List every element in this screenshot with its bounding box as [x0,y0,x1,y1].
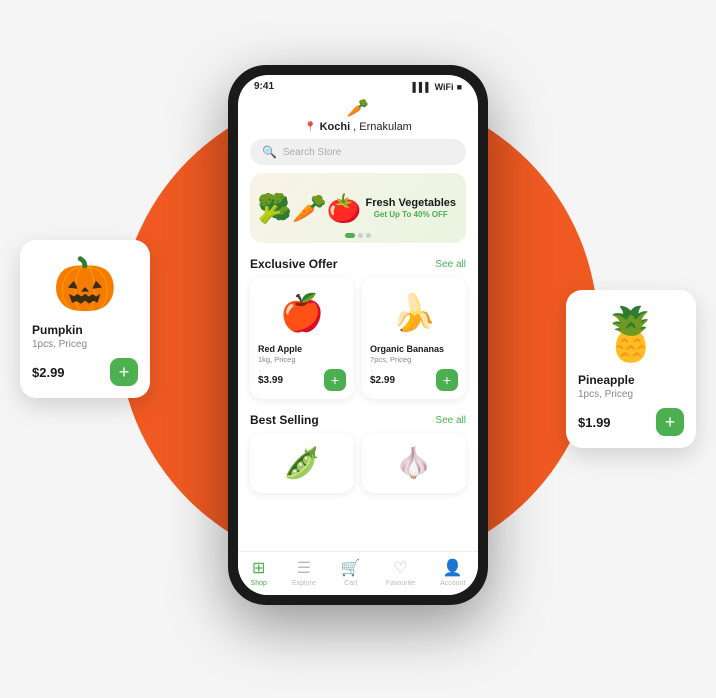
search-placeholder: Search Store [283,147,341,158]
app-header: 🥕 📍 Kochi , Ernakulam [238,94,478,139]
best-card-1: 🫛 [250,433,354,493]
banner-title: Fresh Vegetables [366,197,457,210]
location-pin-icon: 📍 [304,122,316,133]
pineapple-meta: 1pcs, Priceg [578,389,684,400]
apple-price: $3.99 [258,375,283,386]
exclusive-offer-see-all[interactable]: See all [435,259,466,270]
nav-item-cart[interactable]: 🛒 Cart [341,558,361,587]
bananas-name: Organic Bananas [370,344,458,354]
status-bar: 9:41 ▌▌▌ WiFi ■ [238,75,478,94]
pumpkin-add-button[interactable]: + [110,358,138,386]
location-row[interactable]: 📍 Kochi , Ernakulam [304,121,412,133]
product-card-apple: 🍎 Red Apple 1kg, Priceg $3.99 + [250,277,354,399]
pineapple-price: $1.99 [578,415,611,430]
best-selling-see-all[interactable]: See all [435,415,466,426]
scene: 🎃 Pumpkin 1pcs, Priceg $2.99 + 🍍 Pineapp… [0,0,716,698]
dot-1 [345,233,355,238]
status-icons: ▌▌▌ WiFi ■ [413,82,463,92]
pineapple-name: Pineapple [578,373,684,387]
nav-item-shop[interactable]: ⊞ Shop [251,558,267,587]
signal-icon: ▌▌▌ [413,82,432,92]
search-icon: 🔍 [262,145,277,159]
nav-item-account[interactable]: 👤 Account [440,558,465,587]
phone-frame: 9:41 ▌▌▌ WiFi ■ 🥕 📍 Kochi , Ernakulam [228,65,488,605]
shop-icon: ⊞ [252,558,265,578]
float-card-pumpkin: 🎃 Pumpkin 1pcs, Priceg $2.99 + [20,240,150,398]
battery-icon: ■ [457,82,462,92]
pineapple-add-button[interactable]: + [656,408,684,436]
best-card-2: 🧄 [362,433,466,493]
cart-icon: 🛒 [341,558,361,578]
bananas-meta: 7pcs, Priceg [370,355,458,364]
phone-screen: 9:41 ▌▌▌ WiFi ■ 🥕 📍 Kochi , Ernakulam [238,75,478,595]
pumpkin-price: $2.99 [32,365,65,380]
explore-label: Explore [292,580,316,587]
banner-subtitle: Get Up To 40% OFF [366,210,457,219]
dot-3 [366,233,371,238]
pumpkin-image: 🎃 [32,252,138,317]
apple-add-button[interactable]: + [324,369,346,391]
nav-item-favourite[interactable]: ♡ Favourite [386,558,415,587]
bananas-image: 🍌 [370,285,458,340]
bottom-nav: ⊞ Shop ☰ Explore 🛒 Cart ♡ Favourite 👤 [238,551,478,595]
explore-icon: ☰ [297,558,311,578]
favourite-label: Favourite [386,580,415,587]
product-card-bananas: 🍌 Organic Bananas 7pcs, Priceg $2.99 + [362,277,466,399]
best-selling-header: Best Selling See all [238,409,478,433]
favourite-icon: ♡ [393,558,407,578]
apple-name: Red Apple [258,344,346,354]
search-box[interactable]: 🔍 Search Store [250,139,466,165]
banner[interactable]: 🥦🥕🍅 Fresh Vegetables Get Up To 40% OFF [250,173,466,243]
account-label: Account [440,580,465,587]
shop-label: Shop [251,580,267,587]
banner-dots [345,233,371,238]
carrot-icon: 🥕 [347,98,369,119]
best-selling-title: Best Selling [250,413,319,427]
scroll-content: Exclusive Offer See all 🍎 Red Apple 1kg,… [238,253,478,551]
cart-label: Cart [344,580,357,587]
apple-meta: 1kg, Priceg [258,355,346,364]
bananas-add-button[interactable]: + [436,369,458,391]
pineapple-image: 🍍 [578,302,684,367]
banner-text: Fresh Vegetables Get Up To 40% OFF [366,197,457,219]
pumpkin-name: Pumpkin [32,323,138,337]
wifi-icon: WiFi [435,82,454,92]
exclusive-offer-title: Exclusive Offer [250,257,337,271]
location-sub: , Ernakulam [353,121,412,133]
account-icon: 👤 [443,558,463,578]
status-time: 9:41 [254,81,274,92]
location-city: Kochi [320,121,351,133]
exclusive-offer-row: 🍎 Red Apple 1kg, Priceg $3.99 + 🍌 Organi… [238,277,478,409]
apple-image: 🍎 [258,285,346,340]
pumpkin-meta: 1pcs, Priceg [32,339,138,350]
dot-2 [358,233,363,238]
bananas-price: $2.99 [370,375,395,386]
float-card-pineapple: 🍍 Pineapple 1pcs, Priceg $1.99 + [566,290,696,448]
best-selling-row: 🫛 🧄 [238,433,478,493]
search-container: 🔍 Search Store [238,139,478,173]
exclusive-offer-header: Exclusive Offer See all [238,253,478,277]
nav-item-explore[interactable]: ☰ Explore [292,558,316,587]
